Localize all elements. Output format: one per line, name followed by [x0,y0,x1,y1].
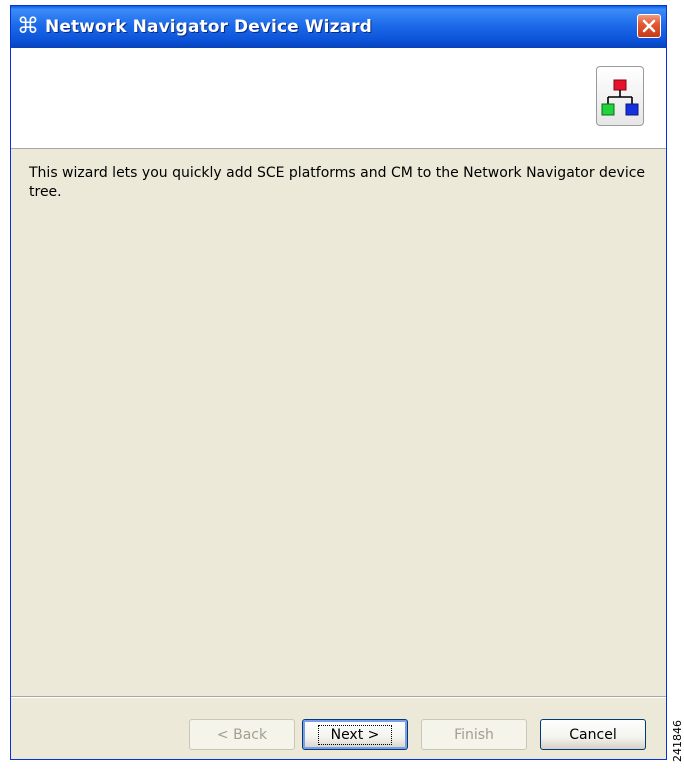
title-bar[interactable]: ⌘ Network Navigator Device Wizard [11,6,666,48]
close-button[interactable] [637,14,661,38]
footer-divider [11,696,666,698]
back-button-label: < Back [216,726,268,743]
next-button-label: Next > [317,724,393,745]
cancel-button[interactable]: Cancel [540,719,646,750]
back-button[interactable]: < Back [189,719,295,750]
close-icon [642,19,656,33]
window-title: Network Navigator Device Wizard [45,17,372,37]
cancel-button-label: Cancel [569,726,617,743]
next-button[interactable]: Next > [302,719,408,750]
wizard-banner [11,48,666,149]
command-icon: ⌘ [17,14,39,39]
wizard-description: This wizard lets you quickly add SCE pla… [29,165,646,200]
network-tree-icon [596,66,644,126]
finish-button-label: Finish [454,726,494,743]
wizard-window: ⌘ Network Navigator Device Wizard This w… [10,5,667,760]
finish-button[interactable]: Finish [421,719,527,750]
figure-id: 241846 [671,720,684,762]
